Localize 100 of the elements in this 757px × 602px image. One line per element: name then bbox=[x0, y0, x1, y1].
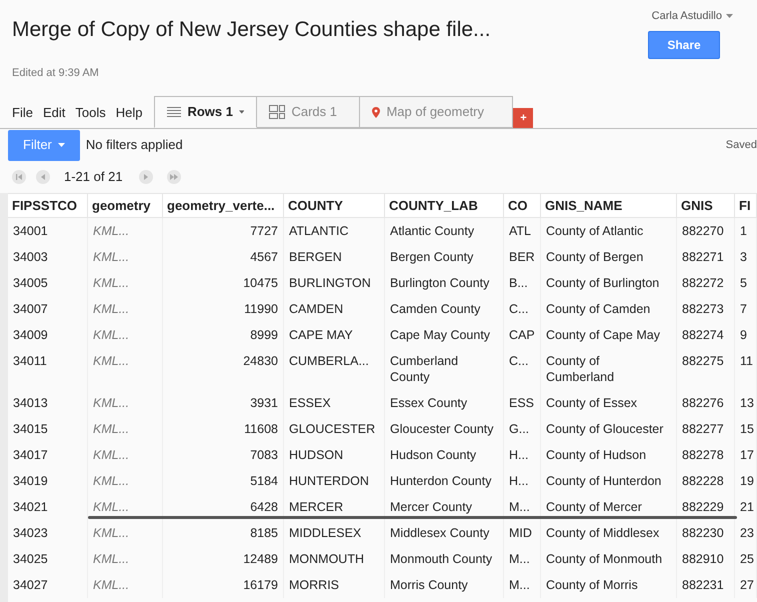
table-cell: Middlesex County bbox=[385, 520, 504, 546]
table-cell: HUNTERDON bbox=[284, 468, 385, 494]
table-cell: 882910 bbox=[677, 546, 735, 572]
add-tab-button[interactable]: + bbox=[513, 108, 534, 128]
table-cell: 34011 bbox=[8, 348, 88, 390]
table-cell: H... bbox=[504, 468, 541, 494]
table-cell: Essex County bbox=[385, 390, 504, 416]
table-cell: M... bbox=[504, 546, 541, 572]
menu-item[interactable]: File bbox=[12, 102, 33, 122]
table-cell: 34005 bbox=[8, 270, 88, 296]
table-cell: G... bbox=[504, 416, 541, 442]
caret-icon[interactable] bbox=[238, 110, 244, 114]
table-cell: 11990 bbox=[163, 296, 284, 322]
user-name[interactable]: Carla Astudillo bbox=[652, 8, 722, 24]
table-cell: County of Essex bbox=[541, 390, 677, 416]
previous-page-icon[interactable] bbox=[36, 170, 50, 184]
table-cell: 17 bbox=[735, 442, 757, 468]
caret-icon[interactable] bbox=[726, 14, 733, 18]
table-cell: 24830 bbox=[163, 348, 284, 390]
table-cell: 34019 bbox=[8, 468, 88, 494]
table-cell: 882275 bbox=[677, 348, 735, 390]
menu-item[interactable]: Help bbox=[116, 102, 142, 122]
table-cell: C... bbox=[504, 296, 541, 322]
table-cell: KML... bbox=[88, 442, 163, 468]
table-cell: 882276 bbox=[677, 390, 735, 416]
view-tab[interactable]: Rows 1 bbox=[154, 96, 258, 128]
column-header[interactable]: COUNTY_LAB bbox=[385, 194, 504, 217]
last-page-icon[interactable] bbox=[166, 170, 181, 184]
first-page-icon[interactable] bbox=[12, 170, 26, 184]
column-header[interactable]: GNIS_NAME bbox=[541, 194, 677, 217]
table-cell: County of Bergen bbox=[541, 244, 677, 270]
table-cell: HUDSON bbox=[284, 442, 385, 468]
column-header[interactable]: geometry bbox=[88, 194, 163, 217]
column-header[interactable]: FIPSSTCO bbox=[8, 194, 88, 217]
column-header[interactable]: CO bbox=[504, 194, 541, 217]
table-cell: 34023 bbox=[8, 520, 88, 546]
table-cell: 882272 bbox=[677, 270, 735, 296]
table-cell: 7727 bbox=[163, 218, 284, 244]
table-cell: B... bbox=[504, 270, 541, 296]
cards-icon bbox=[269, 105, 286, 119]
list-icon bbox=[167, 106, 182, 118]
column-header[interactable]: GNIS bbox=[677, 194, 735, 217]
table-cell: 34013 bbox=[8, 390, 88, 416]
table-cell: 7083 bbox=[163, 442, 284, 468]
table-cell: ATLANTIC bbox=[284, 218, 385, 244]
table-cell: Atlantic County bbox=[385, 218, 504, 244]
table-cell: GLOUCESTER bbox=[284, 416, 385, 442]
menu-item[interactable]: Edit bbox=[42, 102, 66, 122]
table-cell: KML... bbox=[88, 468, 163, 494]
table-cell: Hunterdon County bbox=[385, 468, 504, 494]
table-cell: 882228 bbox=[677, 468, 735, 494]
table-cell: 23 bbox=[735, 520, 757, 546]
table-cell: H... bbox=[504, 442, 541, 468]
table-cell: CAPE MAY bbox=[284, 322, 385, 348]
map-pin-icon bbox=[372, 106, 380, 118]
table-cell: 34021 bbox=[8, 494, 88, 520]
column-header[interactable]: FI bbox=[735, 194, 757, 217]
table-cell: 34015 bbox=[8, 416, 88, 442]
table-cell: KML... bbox=[88, 390, 163, 416]
table-cell: County of Burlington bbox=[541, 270, 677, 296]
pagination-range: 1-21 of 21 bbox=[64, 168, 123, 186]
save-status: Saved bbox=[726, 138, 757, 153]
table-cell: MONMOUTH bbox=[284, 546, 385, 572]
table-cell: KML... bbox=[88, 348, 163, 390]
table-cell: 34027 bbox=[8, 572, 88, 598]
table-cell: 882270 bbox=[677, 218, 735, 244]
table-cell: 5 bbox=[735, 270, 757, 296]
table-cell: 15 bbox=[735, 416, 757, 442]
table-cell: ESS bbox=[504, 390, 541, 416]
table-cell: 3931 bbox=[163, 390, 284, 416]
table-cell: 12489 bbox=[163, 546, 284, 572]
table-cell: County of Middlesex bbox=[541, 520, 677, 546]
table-cell: KML... bbox=[88, 322, 163, 348]
table-cell: 882274 bbox=[677, 322, 735, 348]
table-cell: KML... bbox=[88, 572, 163, 598]
table-cell: 34001 bbox=[8, 218, 88, 244]
table-cell: 10475 bbox=[163, 270, 284, 296]
table-cell: CUMBERLA... bbox=[284, 348, 385, 390]
table-cell: MID bbox=[504, 520, 541, 546]
table-cell: Bergen County bbox=[385, 244, 504, 270]
table-cell: 34003 bbox=[8, 244, 88, 270]
table-cell: Hudson County bbox=[385, 442, 504, 468]
table-cell: 34025 bbox=[8, 546, 88, 572]
table-cell: CAP bbox=[504, 322, 541, 348]
table-cell: Gloucester County bbox=[385, 416, 504, 442]
column-header[interactable]: COUNTY bbox=[284, 194, 385, 217]
next-page-icon[interactable] bbox=[138, 170, 153, 184]
table-cell: 882231 bbox=[677, 572, 735, 598]
table-cell: 25 bbox=[735, 546, 757, 572]
table-cell: 3 bbox=[735, 244, 757, 270]
filter-status: No filters applied bbox=[86, 136, 183, 154]
table-cell: KML... bbox=[88, 546, 163, 572]
table-cell: M... bbox=[504, 572, 541, 598]
table-cell: MORRIS bbox=[284, 572, 385, 598]
menu-item[interactable]: Tools bbox=[75, 102, 106, 122]
column-header[interactable]: geometry_verte... bbox=[163, 194, 284, 217]
table-cell: KML... bbox=[88, 270, 163, 296]
table-cell: Cumberland County bbox=[385, 348, 504, 390]
side-panel-handle[interactable] bbox=[0, 193, 8, 602]
table-cell: 882278 bbox=[677, 442, 735, 468]
